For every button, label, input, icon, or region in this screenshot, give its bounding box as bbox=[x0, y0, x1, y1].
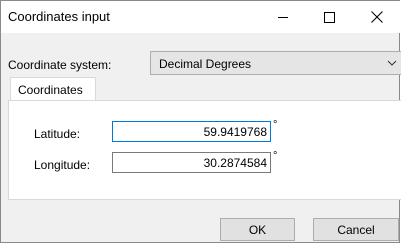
cancel-button-label: Cancel bbox=[337, 222, 375, 237]
chevron-down-icon bbox=[387, 60, 397, 66]
latitude-input[interactable]: 59.9419768 bbox=[112, 121, 271, 142]
ok-button[interactable]: OK bbox=[220, 218, 295, 241]
close-button[interactable] bbox=[354, 1, 400, 33]
cancel-button[interactable]: Cancel bbox=[313, 218, 399, 241]
maximize-button[interactable] bbox=[306, 1, 352, 33]
longitude-input[interactable]: 30.2874584 bbox=[112, 152, 271, 173]
minimize-icon bbox=[278, 16, 288, 18]
latitude-label: Latitude: bbox=[34, 127, 81, 141]
tab-coordinates-label: Coordinates bbox=[18, 83, 83, 97]
maximize-icon bbox=[323, 11, 335, 23]
minimize-button[interactable] bbox=[260, 1, 306, 33]
longitude-label: Longitude: bbox=[34, 158, 91, 172]
coordinate-system-select[interactable]: Decimal Degrees bbox=[150, 51, 401, 75]
latitude-unit: ° bbox=[273, 119, 278, 131]
tab-coordinates[interactable]: Coordinates bbox=[10, 77, 96, 101]
dialog-window: Coordinates input Coordinate system: Dec… bbox=[0, 0, 401, 243]
ok-button-label: OK bbox=[248, 222, 267, 237]
coordinates-panel bbox=[8, 100, 401, 200]
window-title: Coordinates input bbox=[8, 9, 110, 24]
longitude-value: 30.2874584 bbox=[203, 156, 267, 170]
longitude-unit: ° bbox=[273, 150, 278, 162]
title-bar[interactable]: Coordinates input bbox=[1, 1, 400, 33]
coordinate-system-label: Coordinate system: bbox=[8, 58, 112, 72]
close-icon bbox=[371, 11, 383, 23]
coordinate-system-value: Decimal Degrees bbox=[159, 57, 252, 71]
latitude-value: 59.9419768 bbox=[203, 125, 267, 139]
